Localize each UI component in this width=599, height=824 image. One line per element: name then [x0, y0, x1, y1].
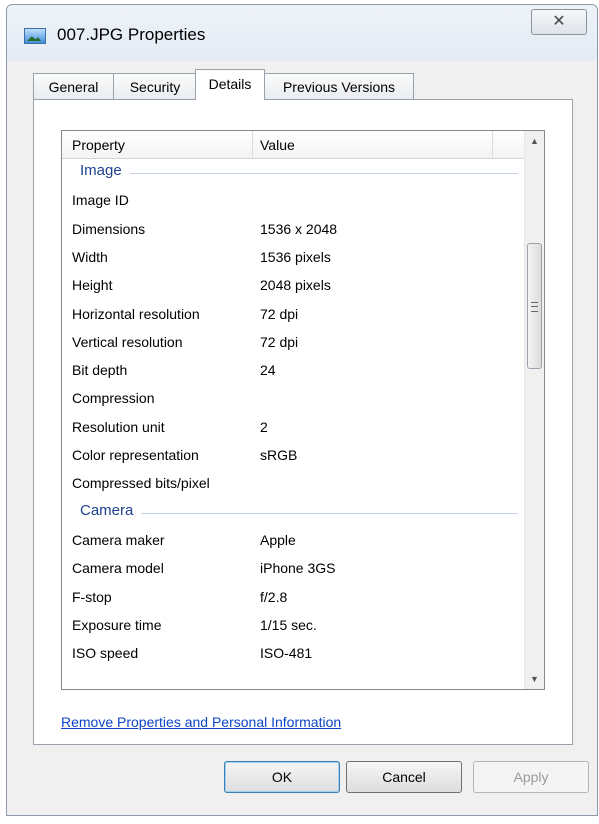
property-name: F-stop	[72, 588, 112, 605]
property-row[interactable]: Vertical resolution 72 dpi	[62, 330, 524, 358]
property-row[interactable]: Horizontal resolution 72 dpi	[62, 302, 524, 330]
property-row[interactable]: Camera maker Apple	[62, 528, 524, 556]
property-row[interactable]: Camera model iPhone 3GS	[62, 556, 524, 584]
window-title: 007.JPG Properties	[57, 25, 206, 44]
property-row[interactable]: Image ID	[62, 188, 524, 216]
apply-button[interactable]: Apply	[473, 761, 589, 793]
group-label: Image	[80, 162, 130, 179]
property-row[interactable]: Dimensions 1536 x 2048	[62, 217, 524, 245]
property-value[interactable]: 72 dpi	[260, 334, 298, 350]
property-value[interactable]: 72 dpi	[260, 306, 298, 322]
column-header-value[interactable]: Value	[260, 137, 295, 153]
list-header: Property Value	[62, 131, 524, 159]
close-button[interactable]: ✕	[531, 9, 587, 35]
property-row[interactable]: ISO speed ISO-481	[62, 641, 524, 669]
vertical-scrollbar[interactable]: ▲ ▼	[524, 131, 544, 689]
property-name: Color representation	[72, 447, 199, 463]
column-divider[interactable]	[492, 131, 493, 158]
property-name: Resolution unit	[72, 418, 165, 435]
property-value[interactable]: 2048 pixels	[260, 277, 331, 293]
property-value[interactable]: 1536 x 2048	[260, 221, 337, 237]
property-name: Camera maker	[72, 531, 165, 548]
property-row[interactable]: Compression	[62, 386, 524, 414]
property-name: ISO speed	[72, 645, 139, 662]
group-divider	[80, 512, 518, 514]
grip-icon	[531, 302, 538, 312]
property-name: Dimensions	[72, 220, 146, 237]
property-row[interactable]: Width 1536 pixels	[62, 245, 524, 273]
cancel-button[interactable]: Cancel	[346, 761, 462, 793]
ok-button[interactable]: OK	[224, 761, 340, 793]
property-row[interactable]: F-stop f/2.8	[62, 585, 524, 613]
property-value[interactable]: Apple	[260, 532, 296, 548]
property-value[interactable]: 1536 pixels	[260, 249, 331, 265]
details-tab-panel: Property Value Image Image ID Dimensions 15…	[33, 99, 573, 745]
property-value[interactable]: f/2.8	[260, 589, 287, 605]
property-row[interactable]: Exposure time 1/15 sec.	[62, 613, 524, 641]
group-header[interactable]: Image	[62, 160, 524, 188]
properties-dialog: 007.JPG Properties ✕ General Security De…	[6, 4, 598, 816]
property-value[interactable]: 2	[260, 419, 268, 435]
property-row[interactable]: Height 2048 pixels	[62, 273, 524, 301]
property-value[interactable]: 24	[260, 362, 276, 378]
property-name: Width	[72, 248, 108, 265]
property-value[interactable]: iPhone 3GS	[260, 560, 336, 576]
tab-general[interactable]: General	[33, 73, 114, 99]
property-name: Compression	[72, 390, 155, 407]
property-name: Camera model	[72, 560, 164, 577]
property-name: Height	[72, 277, 113, 294]
column-header-property[interactable]: Property	[72, 137, 125, 153]
property-name: Horizontal resolution	[72, 305, 200, 322]
group-divider	[80, 173, 518, 174]
remove-properties-link[interactable]: Remove Properties and Personal Informati…	[61, 714, 341, 730]
property-row[interactable]: Bit depth 24	[62, 358, 524, 386]
details-list[interactable]: Property Value Image Image ID Dimensions 15…	[61, 130, 545, 690]
image-file-icon	[24, 28, 46, 44]
property-row[interactable]: Resolution unit 2	[62, 415, 524, 443]
property-name: Vertical resolution	[72, 333, 183, 350]
close-icon: ✕	[552, 13, 566, 30]
tab-security[interactable]: Security	[113, 73, 197, 99]
column-divider[interactable]	[252, 131, 253, 158]
scrollbar-thumb[interactable]	[527, 243, 542, 369]
property-value[interactable]: 1/15 sec.	[260, 617, 317, 633]
property-name: Image ID	[72, 192, 129, 209]
property-value[interactable]: ISO-481	[260, 645, 312, 661]
property-name: Compressed bits/pixel	[72, 475, 210, 492]
property-value[interactable]: sRGB	[260, 447, 297, 463]
title-bar[interactable]: 007.JPG Properties ✕	[7, 5, 597, 61]
property-row[interactable]: Compressed bits/pixel	[62, 471, 524, 499]
property-name: Exposure time	[72, 616, 162, 633]
scroll-down-arrow-icon[interactable]: ▼	[525, 669, 544, 689]
property-name: Bit depth	[72, 362, 128, 379]
scroll-up-arrow-icon[interactable]: ▲	[525, 131, 544, 151]
property-row[interactable]: Color representation sRGB	[62, 443, 524, 471]
group-label: Camera	[80, 501, 142, 519]
group-header[interactable]: Camera	[62, 500, 524, 528]
tab-previous-versions[interactable]: Previous Versions	[264, 73, 414, 99]
tab-details[interactable]: Details	[195, 69, 265, 100]
